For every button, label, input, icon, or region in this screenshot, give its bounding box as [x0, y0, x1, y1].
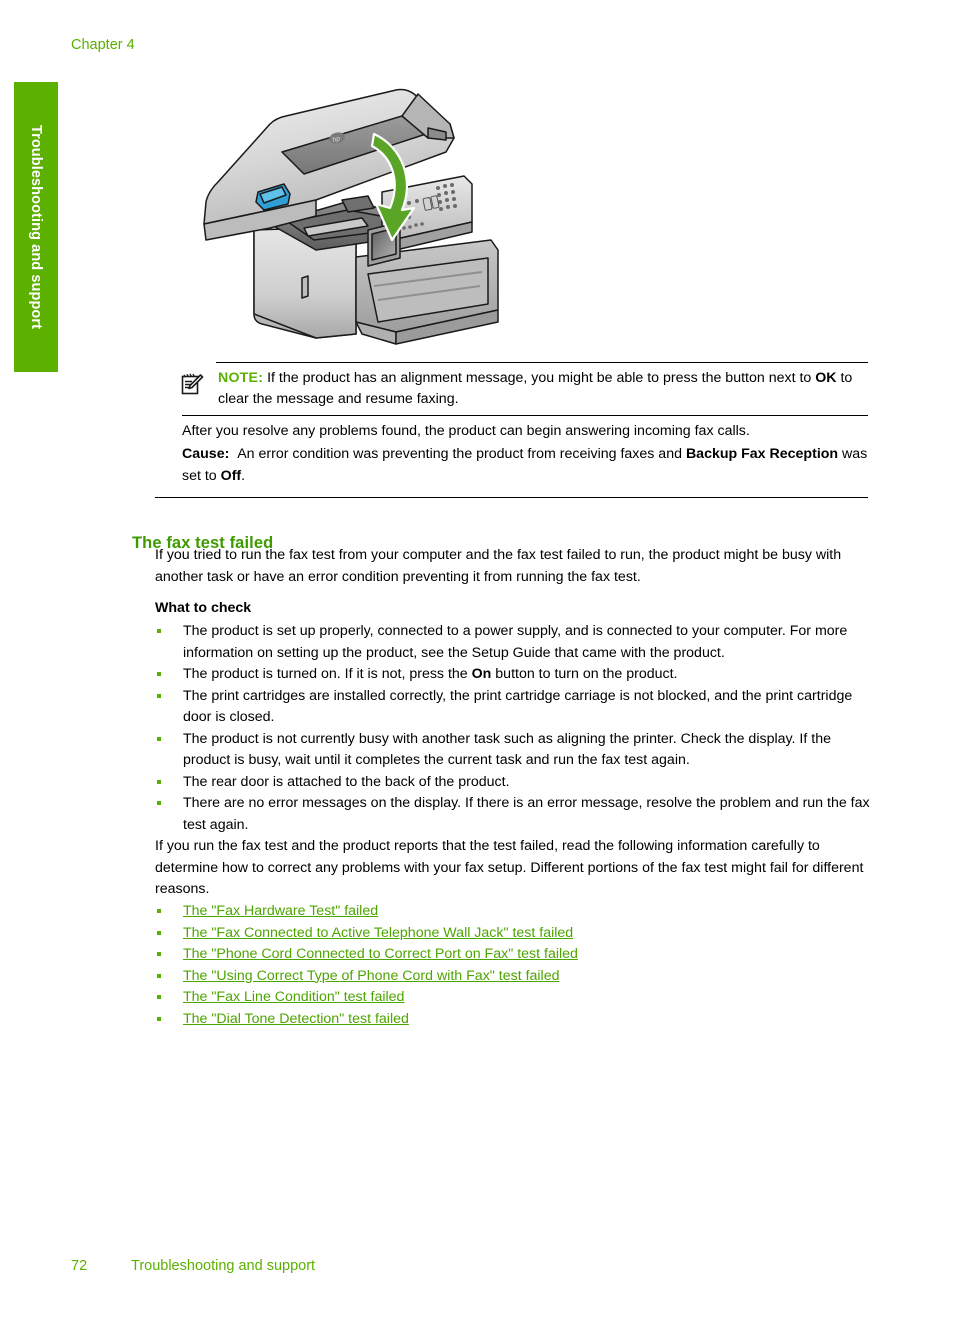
check-text-1: The product is turned on. If it is not, … — [183, 666, 472, 682]
note-body-part1: If the product has an alignment message,… — [267, 370, 816, 386]
what-to-check-subheading: What to check — [155, 600, 252, 616]
page-footer: 72 Troubleshooting and support — [71, 1258, 315, 1274]
link-fax-hardware-test[interactable]: The "Fax Hardware Test" failed — [183, 903, 378, 919]
cause-paragraph: Cause: An error condition was preventing… — [182, 444, 872, 487]
list-item: The "Fax Connected to Active Telephone W… — [155, 923, 755, 945]
check-bold-on: On — [471, 666, 492, 682]
list-item: The "Phone Cord Connected to Correct Por… — [155, 944, 755, 966]
list-item: The "Using Correct Type of Phone Cord wi… — [155, 966, 755, 988]
section-divider — [155, 497, 868, 498]
list-item: The "Fax Line Condition" test failed — [155, 987, 755, 1009]
link-fax-connected-to-active-telephone-wall-jack[interactable]: The "Fax Connected to Active Telephone W… — [183, 925, 573, 941]
note-bottom-divider — [182, 415, 868, 416]
cause-text-1: An error condition was preventing the pr… — [237, 446, 686, 462]
check-text-1: The product is set up properly, connecte… — [183, 623, 848, 661]
list-item: The product is not currently busy with a… — [155, 729, 872, 772]
after-resolve-paragraph: After you resolve any problems found, th… — [182, 423, 750, 439]
list-item: The product is turned on. If it is not, … — [155, 664, 872, 686]
footer-section-title: Troubleshooting and support — [131, 1258, 316, 1274]
check-text-1: The product is not currently busy with a… — [183, 730, 831, 769]
note-top-divider — [216, 362, 868, 363]
note-text: NOTE: If the product has an alignment me… — [218, 368, 870, 410]
check-text-1: The print cartridges are installed corre… — [183, 687, 853, 726]
run-fax-test-paragraph: If you run the fax test and the product … — [155, 838, 864, 897]
cause-label: Cause: — [182, 446, 230, 462]
list-item: There are no error messages on the displ… — [155, 793, 872, 836]
link-phone-cord-connected-to-correct-port-on-fax[interactable]: The "Phone Cord Connected to Correct Por… — [183, 946, 578, 962]
sidebar-chapter-tab: Troubleshooting and support — [14, 82, 58, 372]
check-text-2: button to turn on the product. — [491, 666, 678, 682]
note-callout: NOTE: If the product has an alignment me… — [180, 368, 870, 410]
link-using-correct-type-of-phone-cord-with-fax[interactable]: The "Using Correct Type of Phone Cord wi… — [183, 968, 560, 984]
note-label: NOTE: — [218, 370, 264, 386]
list-item: The print cartridges are installed corre… — [155, 686, 872, 729]
list-item: The "Fax Hardware Test" failed — [155, 901, 755, 923]
chapter-label: Chapter 4 — [71, 37, 135, 53]
cause-bold-backup-fax-reception: Backup Fax Reception — [685, 446, 839, 462]
cause-bold-off: Off — [220, 467, 242, 484]
link-fax-line-condition[interactable]: The "Fax Line Condition" test failed — [183, 989, 404, 1005]
list-item: The rear door is attached to the back of… — [155, 772, 872, 794]
printer-illustration: hp — [196, 82, 526, 362]
footer-page-number: 72 — [71, 1258, 88, 1274]
failed-test-links-list: The "Fax Hardware Test" failed The "Fax … — [155, 901, 755, 1030]
sidebar-chapter-tab-label: Troubleshooting and support — [28, 124, 44, 330]
note-bold-ok: OK — [815, 370, 837, 386]
note-pencil-icon — [180, 372, 204, 396]
cause-text-3: . — [241, 467, 246, 484]
link-dial-tone-detection[interactable]: The "Dial Tone Detection" test failed — [183, 1011, 409, 1027]
list-item: The "Dial Tone Detection" test failed — [155, 1009, 755, 1031]
list-item: The product is set up properly, connecte… — [155, 621, 872, 664]
what-to-check-list: The product is set up properly, connecte… — [155, 621, 872, 836]
check-text-1: The rear door is attached to the back of… — [183, 773, 510, 790]
section-intro-paragraph: If you tried to run the fax test from yo… — [155, 547, 842, 585]
check-text-1: There are no error messages on the displ… — [183, 795, 870, 833]
